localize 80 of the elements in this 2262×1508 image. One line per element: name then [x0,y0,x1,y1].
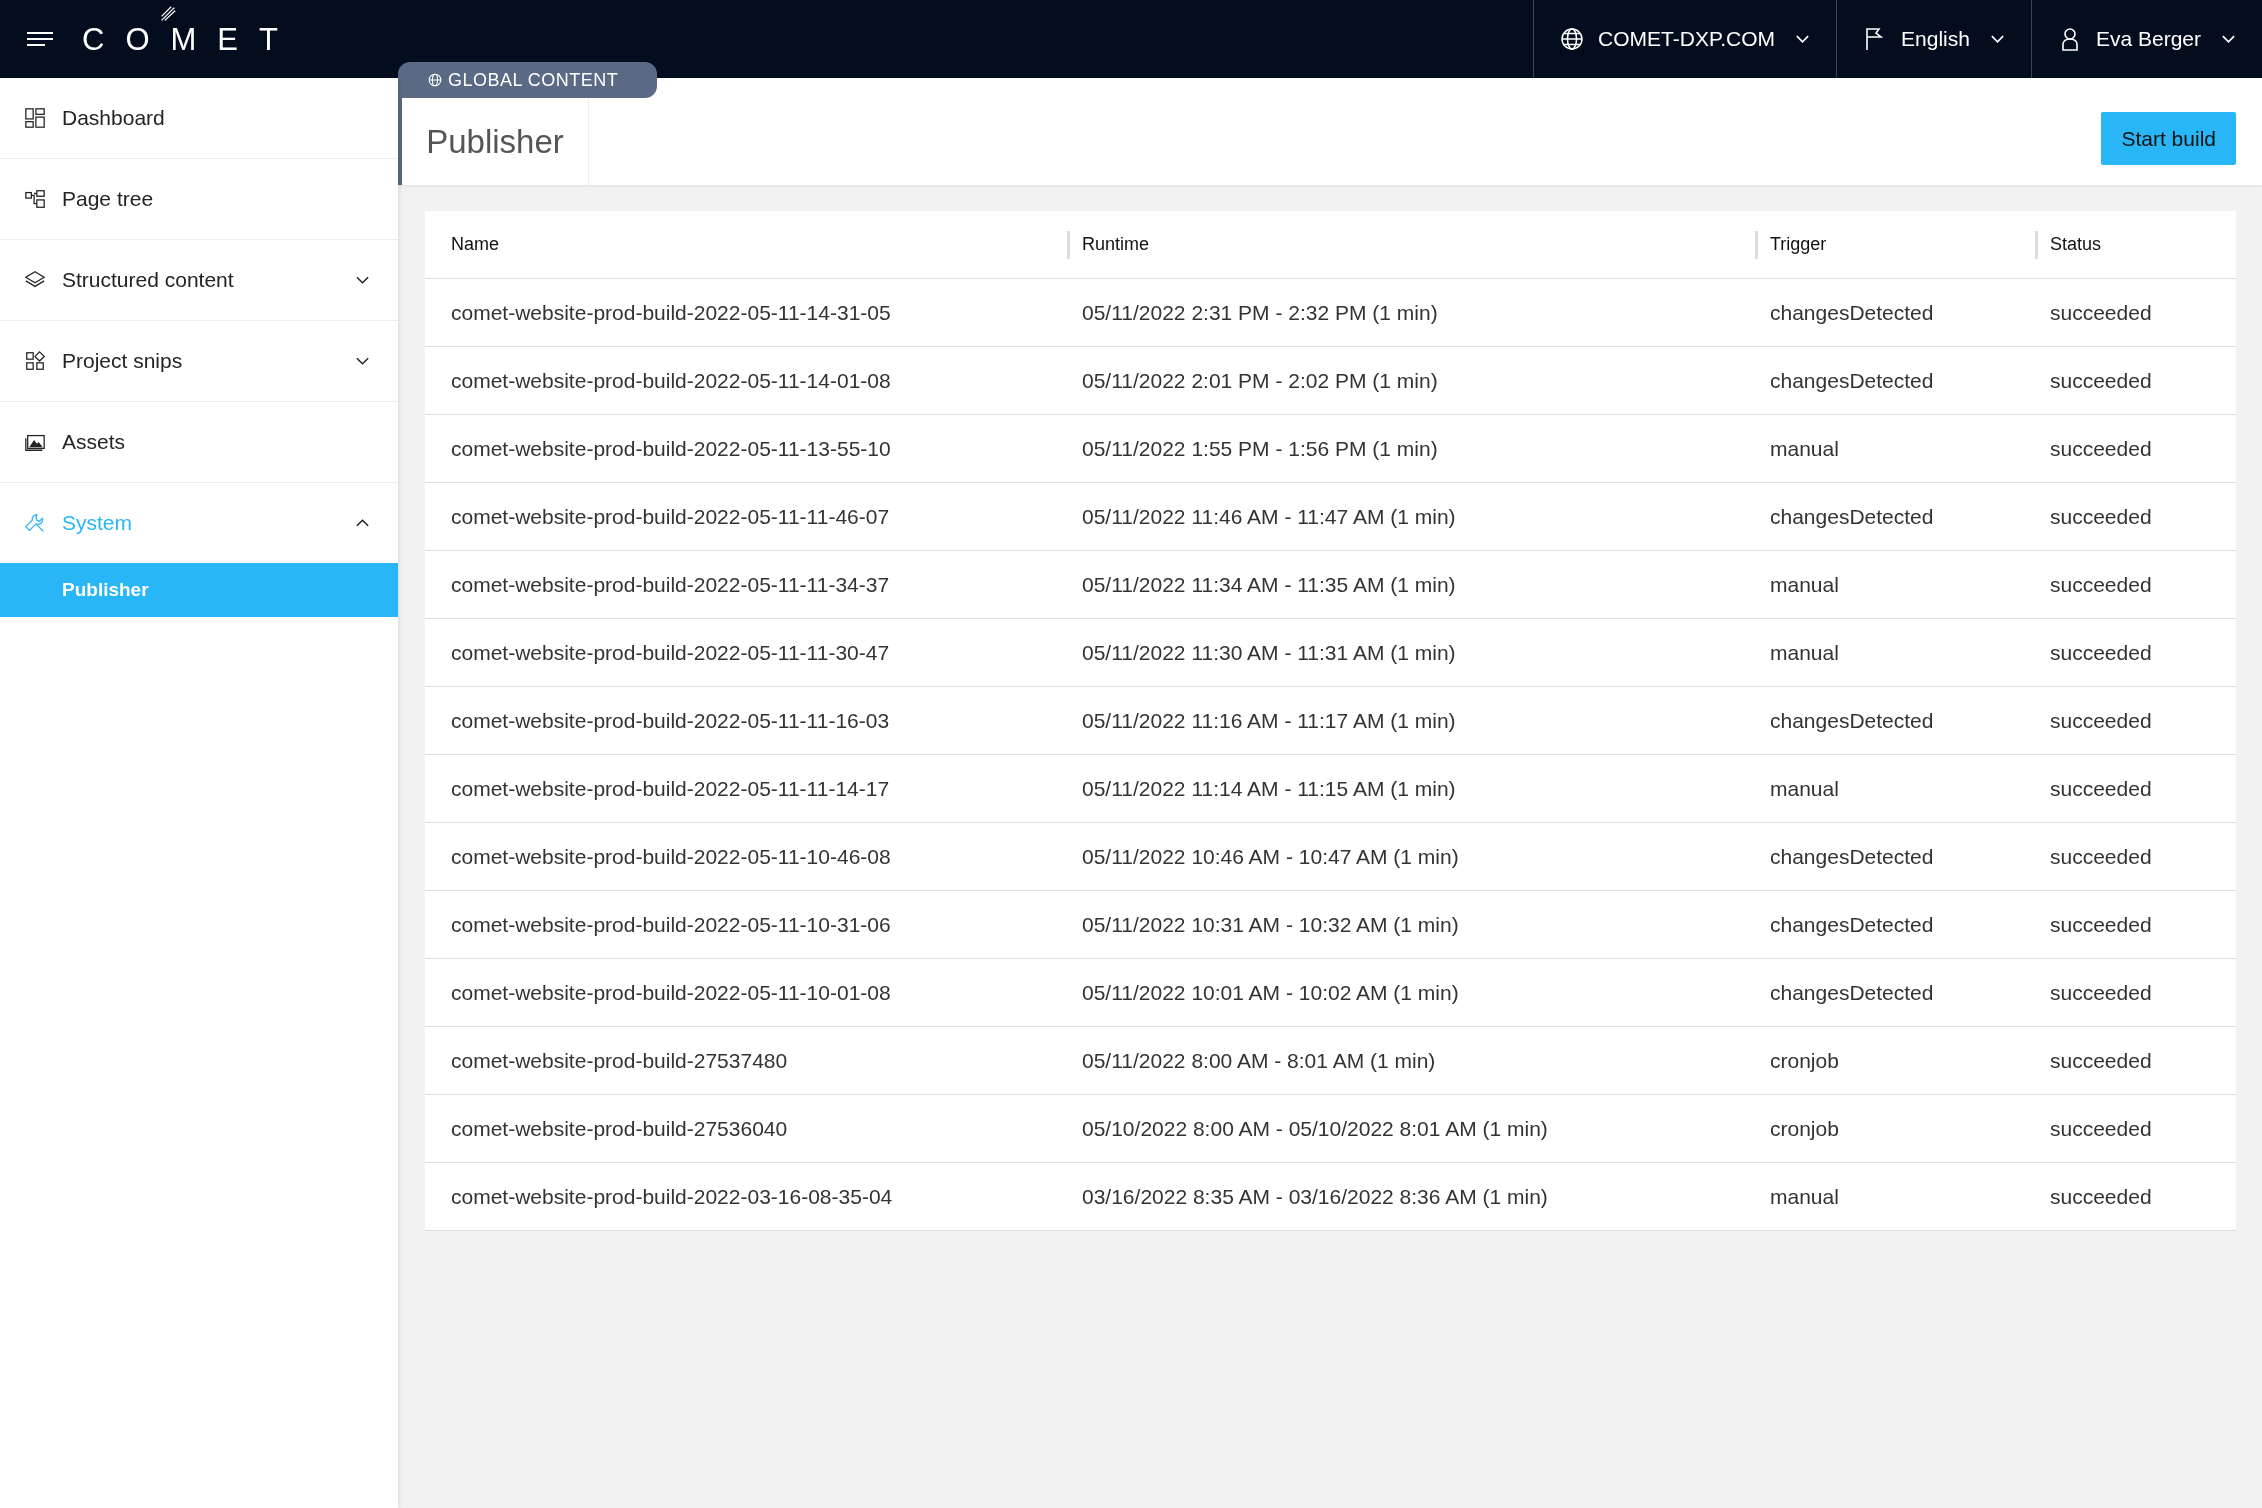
sidebar-item[interactable]: Structured content [0,240,398,321]
table-cell-text: manual [1769,775,1840,802]
table-cell-text: comet-website-prod-build-2022-05-11-14-31-05 [450,299,892,326]
table-cell-text: succeeded [2049,1047,2153,1074]
table-cell-text: changesDetected [1769,503,1935,530]
table-cell-text: succeeded [2049,1115,2153,1142]
table-cell-text: 03/16/2022 8:35 AM - 03/16/2022 8:36 AM (1 min) [1081,1183,1549,1210]
table-cell-text: changesDetected [1769,843,1935,870]
sidebar-item[interactable]: Page tree [0,159,398,240]
table-cell-text: manual [1769,435,1840,462]
table-cell-text: comet-website-prod-build-2022-05-11-11-14-17 [450,775,891,802]
sidebar-item[interactable]: Project snips [0,321,398,402]
table-cell-text: 05/11/2022 10:46 AM - 10:47 AM (1 min) [1081,843,1460,870]
table-cell-text: succeeded [2049,435,2153,462]
chevron-down-icon [1989,34,2005,44]
table-cell-text: succeeded [2049,843,2153,870]
table-cell-text: 05/11/2022 11:46 AM - 11:47 AM (1 min) [1081,503,1457,530]
table-cell-text: 05/11/2022 11:34 AM - 11:35 AM (1 min) [1081,571,1457,598]
chevron-down-icon [2221,34,2236,44]
chevron-down-icon [1795,34,1811,44]
table-cell-text: succeeded [2049,1183,2153,1210]
table-cell-text: succeeded [2049,571,2153,598]
table-cell-text: 05/11/2022 1:55 PM - 1:56 PM (1 min) [1081,435,1439,462]
table-cell-text: manual [1769,1183,1840,1210]
tree-icon [24,188,46,210]
table-cell-text: comet-website-prod-build-2022-05-11-13-55-10 [450,435,892,462]
wrench-icon [24,512,46,534]
column-header[interactable]: Trigger [1755,230,2035,259]
table-cell-text: comet-website-prod-build-27537480 [450,1047,789,1074]
table-cell-text: comet-website-prod-build-2022-03-16-08-35-04 [450,1183,894,1210]
page-title: Publisher [426,122,564,161]
blocks-icon [24,350,46,372]
table-cell-text: cronjob [1769,1047,1840,1074]
table-cell-text: succeeded [2049,367,2153,394]
table-cell-text: manual [1769,571,1840,598]
table-cell-text: succeeded [2049,979,2153,1006]
logo: COMET [82,23,299,55]
table-cell-text: 05/10/2022 8:00 AM - 05/10/2022 8:01 AM (1 min) [1081,1115,1549,1142]
table-cell-text: succeeded [2049,503,2153,530]
table-cell-text: 05/11/2022 11:14 AM - 11:15 AM (1 min) [1081,775,1457,802]
sidebar-item[interactable]: Dashboard [0,78,398,159]
table-cell-text: comet-website-prod-build-2022-05-11-14-01-08 [450,367,892,394]
table-cell-text: comet-website-prod-build-2022-05-11-10-31-06 [450,911,892,938]
table-cell-text: succeeded [2049,775,2153,802]
table-cell-text: 05/11/2022 11:30 AM - 11:31 AM (1 min) [1081,639,1457,666]
table-cell-text: 05/11/2022 8:00 AM - 8:01 AM (1 min) [1081,1047,1437,1074]
scope-tab[interactable]: GLOBAL CONTENT [398,62,657,98]
table-cell-text: changesDetected [1769,911,1935,938]
table-cell-text: comet-website-prod-build-2022-05-11-11-30-47 [450,639,891,666]
table-cell-text: succeeded [2049,911,2153,938]
table-cell-text: 05/11/2022 2:01 PM - 2:02 PM (1 min) [1081,367,1439,394]
table-cell-text: changesDetected [1769,367,1935,394]
table-cell-text: 05/11/2022 10:31 AM - 10:32 AM (1 min) [1081,911,1460,938]
table-cell-text: succeeded [2049,707,2153,734]
table-cell-text: cronjob [1769,1115,1840,1142]
globe-icon [1560,27,1585,51]
column-header[interactable]: Status [2035,230,2236,259]
dashboard-icon [24,107,46,129]
table-cell-text: comet-website-prod-build-27536040 [450,1115,789,1142]
menu-icon[interactable] [26,31,54,47]
table-cell-text: succeeded [2049,299,2153,326]
table-cell-text: comet-website-prod-build-2022-05-11-10-46-08 [450,843,892,870]
globe-icon [428,73,442,87]
table-cell-text: 05/11/2022 10:01 AM - 10:02 AM (1 min) [1081,979,1460,1006]
table-cell-text: succeeded [2049,639,2153,666]
start-build-button[interactable]: Start build [2101,112,2236,165]
column-header[interactable]: Runtime [1067,230,1755,259]
comet-streak-icon [160,5,176,22]
table-cell-text: comet-website-prod-build-2022-05-11-11-46-07 [450,503,891,530]
sidebar-item[interactable]: Assets [0,402,398,483]
table-cell-text: 05/11/2022 2:31 PM - 2:32 PM (1 min) [1081,299,1439,326]
column-header[interactable]: Name [425,230,1067,259]
table-cell-text: comet-website-prod-build-2022-05-11-10-01-08 [450,979,892,1006]
table-cell-text: changesDetected [1769,299,1935,326]
table-cell-text: comet-website-prod-build-2022-05-11-11-34-37 [450,571,891,598]
table-cell-text: changesDetected [1769,979,1935,1006]
table-cell-text: manual [1769,639,1840,666]
table-cell-text: 05/11/2022 11:16 AM - 11:17 AM (1 min) [1081,707,1457,734]
table-cell-text: comet-website-prod-build-2022-05-11-11-16-03 [450,707,891,734]
table-cell-text: changesDetected [1769,707,1935,734]
